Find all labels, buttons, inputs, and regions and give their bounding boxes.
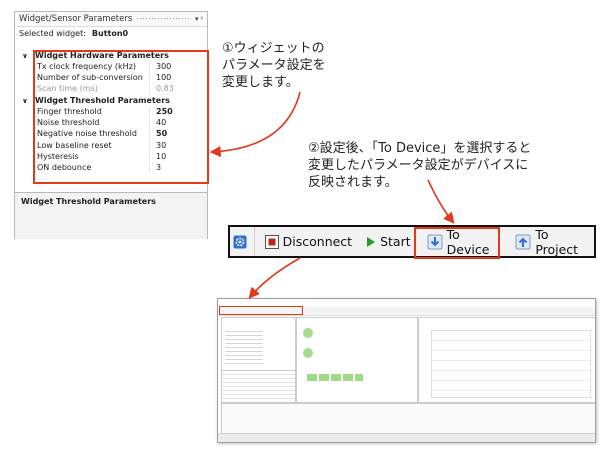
property-row[interactable]: Low baseline reset 30 bbox=[15, 140, 207, 151]
selected-widget-label: Selected widget: bbox=[19, 28, 86, 38]
annotation-line: ②設定後、「To Device」を選択すると bbox=[308, 141, 532, 156]
thumbnail-chart bbox=[431, 330, 591, 398]
panel-grip[interactable] bbox=[136, 17, 189, 21]
property-value[interactable]: 10 bbox=[150, 152, 166, 162]
panel-title-bar: Widget/Sensor Parameters ▾ ᵡ bbox=[15, 12, 207, 27]
tuner-window-thumbnail bbox=[217, 298, 596, 443]
to-device-button[interactable]: To Device bbox=[423, 226, 510, 257]
property-row[interactable]: Hysteresis 10 bbox=[15, 151, 207, 162]
upload-to-project-icon bbox=[515, 234, 531, 250]
selected-widget-row: Selected widget: Button0 bbox=[15, 27, 207, 40]
thumbnail-widget-view bbox=[296, 317, 418, 403]
property-name: Hysteresis bbox=[35, 151, 150, 162]
property-row[interactable]: Number of sub-conversion 100 bbox=[15, 73, 207, 84]
property-row[interactable]: Noise threshold 40 bbox=[15, 118, 207, 129]
category-hardware-parameters[interactable]: ∨ Widget Hardware Parameters bbox=[15, 50, 207, 61]
annotation-line: パラメータ設定を bbox=[222, 58, 326, 73]
thumbnail-toolbar-highlight bbox=[219, 306, 303, 315]
start-label: Start bbox=[380, 234, 411, 249]
annotation-line: 反映されます。 bbox=[308, 175, 398, 190]
property-grid: ∨ Widget Hardware Parameters Tx clock fr… bbox=[15, 50, 207, 174]
widget-sensor-parameters-panel: Widget/Sensor Parameters ▾ ᵡ Selected wi… bbox=[14, 11, 208, 239]
start-button[interactable]: Start bbox=[366, 227, 411, 256]
property-value[interactable]: 250 bbox=[150, 107, 173, 117]
to-device-label: To Device bbox=[446, 226, 490, 257]
description-title: Widget Threshold Parameters bbox=[21, 197, 156, 206]
thumbnail-graph-view bbox=[418, 317, 595, 403]
property-name: Negative noise threshold bbox=[35, 129, 150, 140]
panel-title: Widget/Sensor Parameters bbox=[19, 14, 133, 24]
category-threshold-parameters[interactable]: ∨ Widget Threshold Parameters bbox=[15, 95, 207, 106]
settings-button[interactable] bbox=[230, 227, 255, 256]
disconnect-button[interactable]: Disconnect bbox=[255, 227, 352, 256]
property-name: Scan time (ms) bbox=[35, 84, 150, 95]
property-name: ON debounce bbox=[35, 163, 150, 174]
thumbnail-graph-setup bbox=[221, 403, 595, 435]
property-row[interactable]: Negative noise threshold 50 bbox=[15, 129, 207, 140]
thumbnail-button-widget bbox=[303, 348, 313, 358]
pin-icon[interactable]: ▾ bbox=[195, 14, 199, 24]
description-area: Widget Threshold Parameters bbox=[15, 192, 207, 239]
annotation-step2: ②設定後、「To Device」を選択すると 変更したパラメータ設定がデバイスに… bbox=[308, 140, 531, 191]
tuner-toolbar: Disconnect Start To Device To Project bbox=[228, 225, 596, 258]
disconnect-label: Disconnect bbox=[282, 234, 353, 249]
property-value[interactable]: 300 bbox=[150, 62, 171, 72]
stop-icon bbox=[264, 234, 279, 249]
property-row[interactable]: Finger threshold 250 bbox=[15, 106, 207, 117]
category-label: Widget Threshold Parameters bbox=[35, 95, 170, 105]
collapse-chevron-icon[interactable]: ∨ bbox=[15, 51, 35, 61]
property-name: Tx clock frequency (kHz) bbox=[35, 61, 150, 72]
gear-icon bbox=[233, 235, 247, 249]
annotation-line: 変更したパラメータ設定がデバイスに bbox=[308, 158, 529, 173]
category-label: Widget Hardware Parameters bbox=[35, 50, 169, 60]
play-icon bbox=[366, 236, 376, 248]
collapse-chevron-icon[interactable]: ∨ bbox=[15, 96, 35, 106]
property-row[interactable]: ON debounce 3 bbox=[15, 163, 207, 174]
thumbnail-tree bbox=[225, 328, 263, 366]
thumbnail-parameters bbox=[222, 370, 295, 401]
to-project-button[interactable]: To Project bbox=[515, 226, 594, 257]
property-name: Noise threshold bbox=[35, 118, 150, 129]
thumbnail-button-widget bbox=[303, 328, 313, 338]
annotation-step1: ①ウィジェットの パラメータ設定を 変更します。 bbox=[222, 40, 326, 91]
arrow-to-parameters bbox=[209, 91, 301, 158]
selected-widget-value: Button0 bbox=[91, 28, 129, 38]
property-value[interactable]: 100 bbox=[150, 73, 171, 83]
property-row[interactable]: Scan time (ms) 0.83 bbox=[15, 84, 207, 95]
to-project-label: To Project bbox=[535, 226, 579, 257]
property-name: Finger threshold bbox=[35, 106, 150, 117]
thumbnail-slider-widget bbox=[307, 374, 363, 381]
thumbnail-widget-explorer bbox=[221, 317, 296, 403]
property-value[interactable]: 3 bbox=[150, 163, 161, 173]
property-value[interactable]: 0.83 bbox=[150, 84, 174, 94]
property-name: Low baseline reset bbox=[35, 140, 150, 151]
dock-pin-icon[interactable]: ᵡ bbox=[200, 14, 203, 24]
property-value[interactable]: 50 bbox=[150, 129, 167, 139]
arrow-to-thumbnail bbox=[248, 257, 301, 299]
property-value[interactable]: 30 bbox=[150, 141, 166, 151]
property-name: Number of sub-conversion bbox=[35, 73, 150, 84]
property-row[interactable]: Tx clock frequency (kHz) 300 bbox=[15, 61, 207, 72]
property-value[interactable]: 40 bbox=[150, 118, 166, 128]
annotation-line: ①ウィジェットの bbox=[222, 41, 325, 56]
thumbnail-status-bar bbox=[218, 433, 595, 442]
download-to-device-icon bbox=[427, 234, 443, 250]
annotation-line: 変更します。 bbox=[222, 75, 299, 90]
